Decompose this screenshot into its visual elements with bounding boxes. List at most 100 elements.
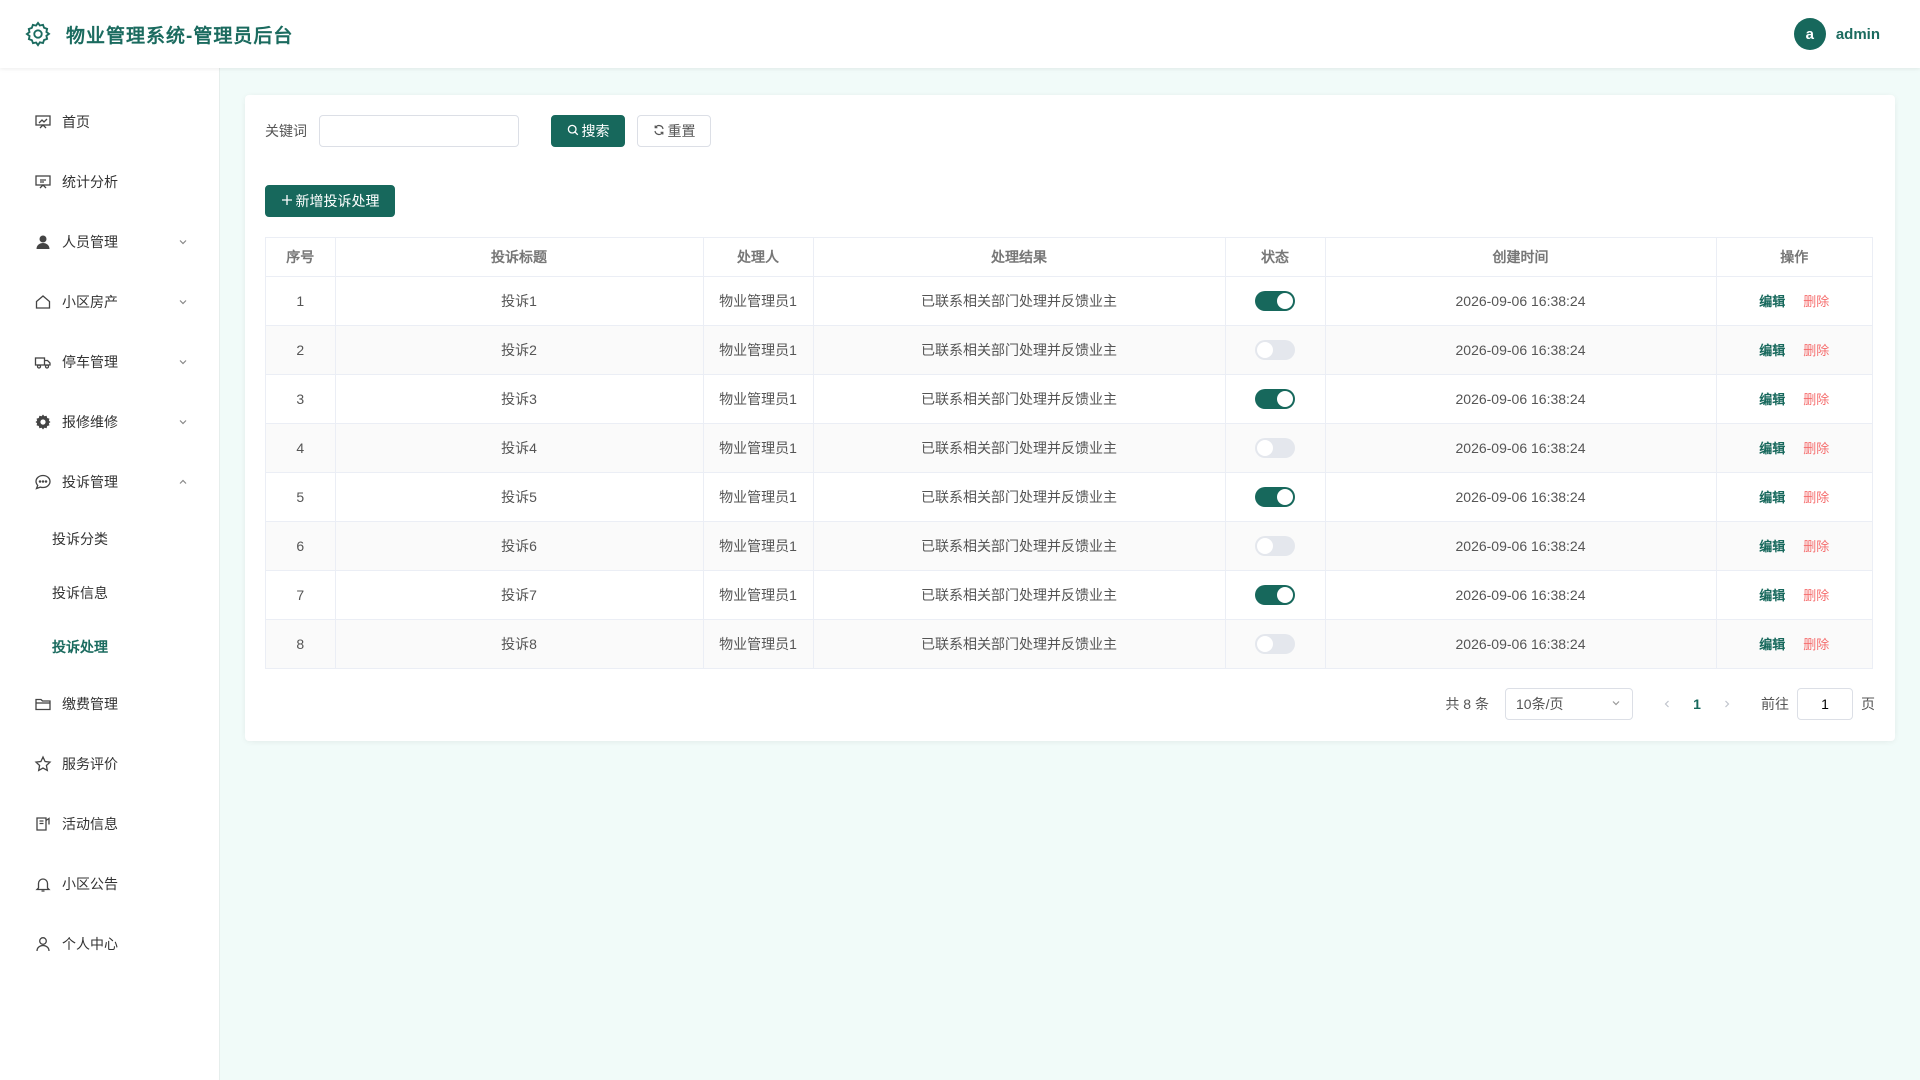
page-number-current[interactable]: 1 [1681,696,1713,712]
cell-title: 投诉2 [335,325,704,375]
toggle-knob [1277,586,1293,603]
next-page-button[interactable] [1713,690,1741,718]
column-header-created: 创建时间 [1325,238,1717,277]
cell-index: 5 [266,472,336,522]
delete-button[interactable]: 删除 [1803,392,1829,407]
search-button[interactable]: 搜索 [551,115,625,147]
status-toggle[interactable] [1255,535,1295,556]
cell-status [1225,521,1326,571]
toggle-knob [1277,390,1293,407]
cell-actions: 编辑 删除 [1716,521,1872,571]
folder-icon [34,695,52,713]
keyword-label: 关键词 [265,123,307,139]
delete-button[interactable]: 删除 [1803,490,1829,505]
sidebar-subitem-complaint-handling[interactable]: 投诉处理 [0,620,219,674]
cell-actions: 编辑 删除 [1716,374,1872,424]
sidebar-item-label: 活动信息 [62,816,118,832]
sidebar-subitem-complaint-info[interactable]: 投诉信息 [0,566,219,620]
sidebar-item-home[interactable]: 首页 [0,92,219,152]
page-size-select[interactable]: 10条/页 [1505,688,1633,720]
delete-button[interactable]: 删除 [1803,588,1829,603]
sidebar-item-property[interactable]: 小区房产 [0,272,219,332]
username[interactable]: admin [1836,26,1880,43]
sidebar-item-profile[interactable]: 个人中心 [0,914,219,974]
cell-actions: 编辑 删除 [1716,423,1872,473]
cell-handler: 物业管理员1 [703,619,814,668]
sidebar-item-label: 统计分析 [62,174,118,190]
cell-created: 2026-09-06 16:38:24 [1325,423,1717,473]
goto-page-input[interactable] [1797,688,1853,720]
sidebar-item-rating[interactable]: 服务评价 [0,734,219,794]
house-icon [34,293,52,311]
column-header-title: 投诉标题 [335,238,704,277]
delete-button[interactable]: 删除 [1803,343,1829,358]
sidebar-item-parking[interactable]: 停车管理 [0,332,219,392]
edit-button[interactable]: 编辑 [1759,637,1785,652]
sidebar-item-payment[interactable]: 缴费管理 [0,674,219,734]
status-toggle[interactable] [1255,437,1295,458]
cell-actions: 编辑 删除 [1716,619,1872,668]
status-toggle[interactable] [1255,486,1295,507]
edit-button[interactable]: 编辑 [1759,441,1785,456]
edit-button[interactable]: 编辑 [1759,539,1785,554]
sidebar-subitem-complaint-category[interactable]: 投诉分类 [0,512,219,566]
cell-actions: 编辑 删除 [1716,570,1872,620]
delete-button[interactable]: 删除 [1803,294,1829,309]
sidebar-item-complaints[interactable]: 投诉管理 [0,452,219,512]
delete-button[interactable]: 删除 [1803,539,1829,554]
sidebar-item-personnel[interactable]: 人员管理 [0,212,219,272]
sidebar-item-statistics[interactable]: 统计分析 [0,152,219,212]
cell-title: 投诉1 [335,276,704,326]
total-count: 共 8 条 [1445,696,1489,712]
cell-result: 已联系相关部门处理并反馈业主 [813,374,1226,424]
chart-board-icon [34,113,52,131]
truck-icon [34,353,52,371]
cell-created: 2026-09-06 16:38:24 [1325,570,1717,620]
page-size-value: 10条/页 [1516,696,1564,712]
toggle-knob [1277,488,1293,505]
cell-created: 2026-09-06 16:38:24 [1325,374,1717,424]
status-toggle[interactable] [1255,388,1295,409]
chevron-down-icon [177,236,189,248]
keyword-input[interactable] [319,115,519,147]
delete-button[interactable]: 删除 [1803,637,1829,652]
cell-result: 已联系相关部门处理并反馈业主 [813,276,1226,326]
search-bar: 关键词 搜索 重置 [265,115,711,147]
cell-title: 投诉4 [335,423,704,473]
sidebar-item-label: 小区公告 [62,876,118,892]
sidebar-item-announcements[interactable]: 小区公告 [0,854,219,914]
edit-button[interactable]: 编辑 [1759,392,1785,407]
add-complaint-handling-button[interactable]: 新增投诉处理 [265,185,395,217]
cell-status [1225,472,1326,522]
column-header-index: 序号 [266,238,336,277]
app-title: 物业管理系统-管理员后台 [66,25,294,47]
edit-button[interactable]: 编辑 [1759,588,1785,603]
edit-button[interactable]: 编辑 [1759,343,1785,358]
goto-label: 前往 [1761,696,1789,712]
table-row: 6 投诉6 物业管理员1 已联系相关部门处理并反馈业主 2026-09-06 16:38… [266,521,1872,571]
toggle-knob [1257,635,1273,652]
cell-handler: 物业管理员1 [703,276,814,326]
sidebar-item-activities[interactable]: 活动信息 [0,794,219,854]
sidebar-subitem-label: 投诉分类 [52,531,108,547]
table-row: 3 投诉3 物业管理员1 已联系相关部门处理并反馈业主 2026-09-06 16:38… [266,374,1872,424]
cell-index: 6 [266,521,336,571]
cell-status [1225,423,1326,473]
sidebar-item-repair[interactable]: 报修维修 [0,392,219,452]
cell-result: 已联系相关部门处理并反馈业主 [813,570,1226,620]
edit-button[interactable]: 编辑 [1759,294,1785,309]
delete-button[interactable]: 删除 [1803,441,1829,456]
status-toggle[interactable] [1255,584,1295,605]
prev-page-button[interactable] [1653,690,1681,718]
table-row: 1 投诉1 物业管理员1 已联系相关部门处理并反馈业主 2026-09-06 16:38… [266,276,1872,326]
user-menu[interactable]: a admin [1793,18,1880,50]
edit-button[interactable]: 编辑 [1759,490,1785,505]
cell-result: 已联系相关部门处理并反馈业主 [813,423,1226,473]
status-toggle[interactable] [1255,339,1295,360]
status-toggle[interactable] [1255,633,1295,654]
chevron-up-icon [177,476,189,488]
reset-button[interactable]: 重置 [637,115,711,147]
status-toggle[interactable] [1255,290,1295,311]
avatar[interactable]: a [1793,18,1826,50]
cell-index: 4 [266,423,336,473]
